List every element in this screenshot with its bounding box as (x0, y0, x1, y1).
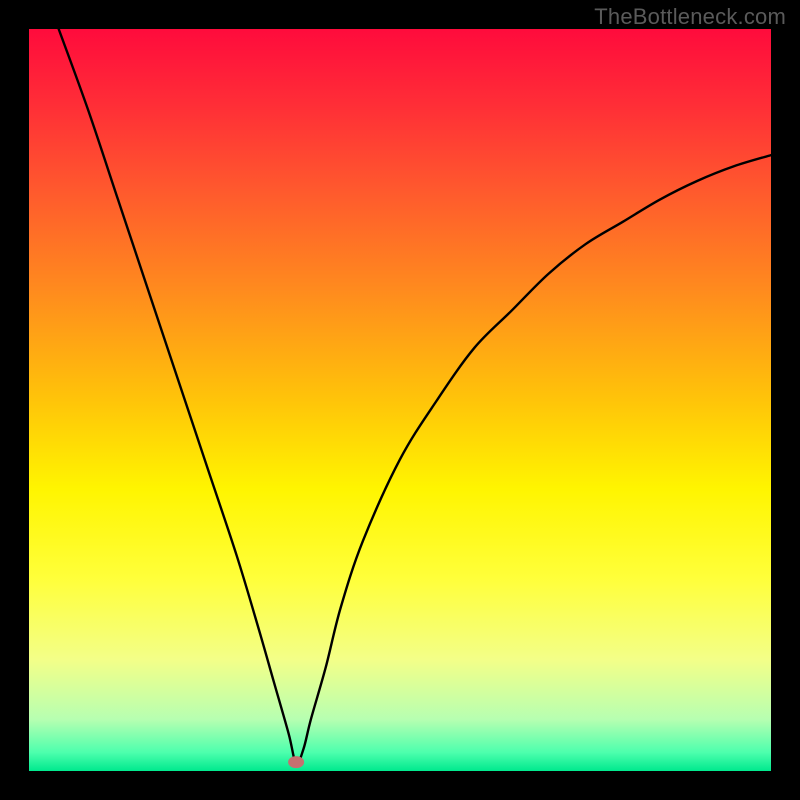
chart-frame: TheBottleneck.com (0, 0, 800, 800)
minimum-marker (288, 756, 304, 768)
bottleneck-chart (29, 29, 771, 771)
watermark-text: TheBottleneck.com (594, 4, 786, 30)
gradient-background (29, 29, 771, 771)
